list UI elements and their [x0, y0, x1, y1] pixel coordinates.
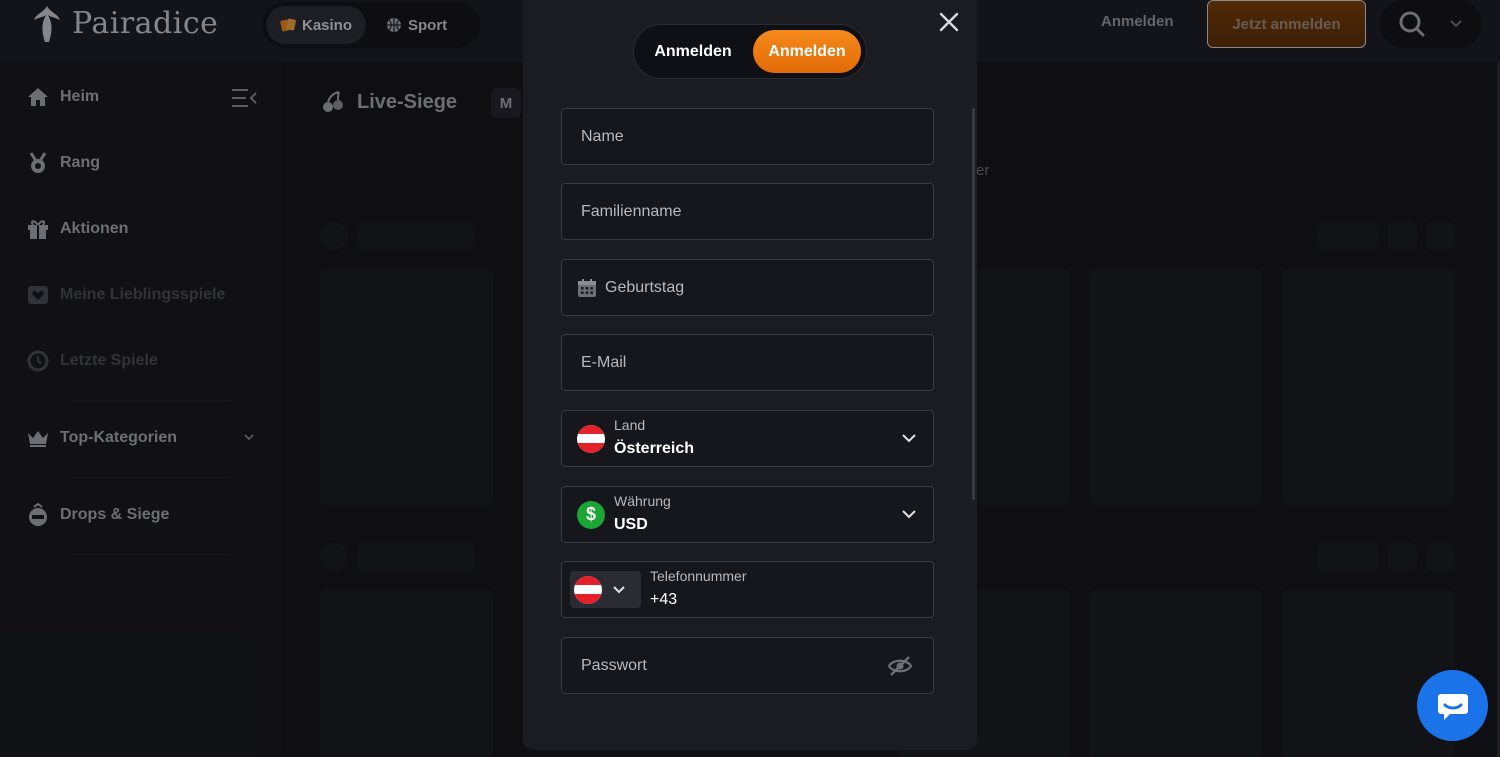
email-placeholder: E-Mail [581, 353, 627, 371]
austria-flag-icon [577, 424, 605, 453]
phone-label: Telefonnummer [650, 568, 747, 584]
chat-icon [1437, 693, 1468, 720]
support-chat-button[interactable] [1417, 670, 1488, 741]
phone-field[interactable]: Telefonnummer +43 [561, 561, 934, 618]
phone-value: +43 [650, 591, 678, 608]
austria-flag-icon [574, 575, 602, 604]
email-field[interactable]: E-Mail [561, 334, 934, 391]
family-name-placeholder: Familienname [581, 202, 682, 220]
country-value: Österreich [614, 440, 695, 457]
tab-login[interactable]: Anmelden [639, 30, 747, 73]
country-select[interactable]: Land Österreich [561, 410, 934, 467]
chevron-down-icon [902, 434, 916, 443]
country-label: Land [614, 417, 646, 433]
phone-country-code-select[interactable] [570, 571, 641, 608]
chevron-down-icon [902, 510, 916, 519]
birthday-placeholder: Geburtstag [605, 278, 685, 296]
name-field[interactable]: Name [561, 108, 934, 165]
eye-off-icon[interactable] [887, 655, 913, 677]
dollar-icon: $ [577, 500, 605, 529]
chevron-down-icon [613, 586, 625, 594]
password-placeholder: Passwort [581, 656, 647, 674]
close-icon[interactable] [937, 10, 961, 34]
currency-select[interactable]: $ Währung USD [561, 486, 934, 543]
family-name-field[interactable]: Familienname [561, 183, 934, 240]
auth-mode-toggle: Anmelden Anmelden [633, 24, 867, 79]
password-field[interactable]: Passwort [561, 637, 934, 694]
currency-label: Währung [614, 493, 671, 509]
modal-scrollbar[interactable] [972, 108, 975, 500]
calendar-icon [578, 278, 596, 297]
tab-register[interactable]: Anmelden [753, 30, 861, 73]
birthday-field[interactable]: Geburtstag [561, 259, 934, 316]
register-modal: Anmelden Anmelden Name Familienname Gebu… [523, 0, 977, 750]
name-placeholder: Name [581, 127, 624, 145]
currency-value: USD [614, 516, 648, 533]
